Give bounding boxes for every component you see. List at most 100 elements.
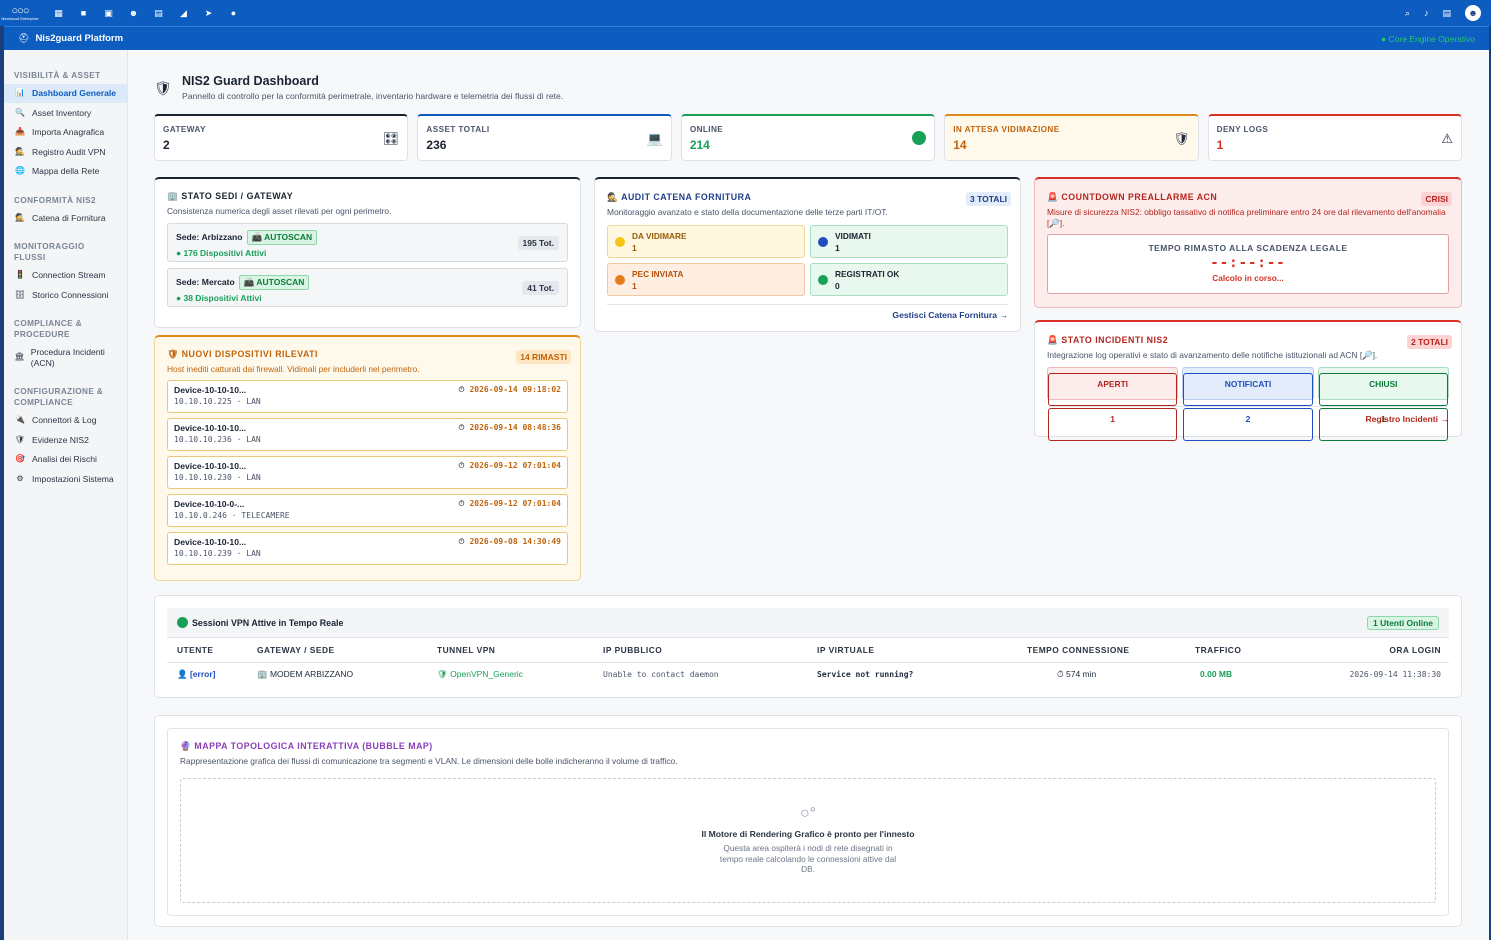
device-row[interactable]: Device-10-10-10... 10.10.10.225 · LAN ⏱ … [167,379,568,413]
search-icon: 🔍 [15,107,25,117]
audit-title: AUDIT CATENA FORNITURA [621,192,752,202]
user-avatar[interactable]: ☻ [1465,5,1481,21]
sidebar-item-connection-stream[interactable]: 🚦 Connection Stream [4,266,127,285]
gestisci-catena-link[interactable]: Gestisci Catena Fornitura → [892,310,1008,320]
col-tunnel[interactable]: TUNNEL VPN [437,638,603,663]
sidebar-item-mappa[interactable]: 🌐 Mappa della Rete [4,162,127,181]
device-row[interactable]: Device-10-10-10... 10.10.10.239 · LAN ⏱ … [167,531,568,565]
countdown-card: 🚨 COUNTDOWN PREALLARME ACN CRISI Misure … [1034,177,1462,308]
sidebar-item-catena[interactable]: 🕵 Catena di Fornitura [4,209,127,228]
map-description: Questa area ospiterà i nodi di rete dise… [719,843,897,874]
device-row[interactable]: Device-10-10-0-... 10.10.0.246 · TELECAM… [167,493,568,527]
contacts-icon[interactable]: ☻ [121,8,146,19]
files-icon[interactable]: ■ [71,8,96,19]
clock-icon: ⏱ [458,536,465,546]
stat-aperti[interactable]: APERTI 1 [1047,366,1179,441]
clock-icon: ⏱ [1057,668,1064,679]
app-header: ⛑ Nis2guard Platform ● Core Engine Opera… [4,26,1489,50]
stat-pec-inviata[interactable]: PEC INVIATA 1 [607,262,805,296]
clock-icon: ⏱ [458,384,465,394]
clock-icon: ⏱ [458,460,465,470]
search-icon[interactable]: ⌕ [1405,8,1410,19]
calendar-icon[interactable]: ▤ [146,8,171,19]
laptop-icon: 💻 [646,131,663,146]
sidebar-item-analisi[interactable]: 🎯 Analisi dei Rischi [4,450,127,469]
kpi-asset-totali[interactable]: ASSET TOTALI 236 💻 [417,114,672,161]
device-row[interactable]: Device-10-10-10... 10.10.10.230 · LAN ⏱ … [167,455,568,489]
sede-active-count: ● 38 Dispositivi Attivi [176,292,262,303]
send-icon[interactable]: ➤ [196,8,221,19]
kpi-deny-logs[interactable]: DENY LOGS 1 ⚠ [1207,114,1463,161]
vpn-sessions-table: UTENTE GATEWAY / SEDE TUNNEL VPN IP PUBB… [167,638,1449,686]
sidebar-item-connettori[interactable]: 🔌 Connettori & Log [4,411,127,430]
sidebar-item-evidenze[interactable]: 🛡 Evidenze NIS2 [4,431,127,450]
detective-icon: 🕵 [15,146,25,156]
sidebar-item-impostazioni[interactable]: ⚙ Impostazioni Sistema [4,470,127,489]
vpn-sessions-header: Sessioni VPN Attive in Tempo Reale 1 Ute… [167,608,1449,638]
siren-icon: 🚨 [1047,335,1059,345]
yellow-dot-icon [615,236,625,247]
incidenti-title: STATO INCIDENTI NIS2 [1061,335,1169,345]
bank-icon: 🏛 [14,352,25,362]
map-subtitle: Rappresentazione grafica dei flussi di c… [180,756,678,766]
sidebar-item-importa[interactable]: 📥 Importa Anagrafica [4,123,127,142]
kpi-gateway[interactable]: GATEWAY 2 🎛 [154,114,409,161]
bubble-map-card: 🔮 MAPPA TOPOLOGICA INTERATTIVA (BUBBLE M… [154,715,1462,927]
stat-vidimati[interactable]: VIDIMATI 1 [810,224,1008,258]
target-icon: 🎯 [15,454,25,463]
sede-row[interactable]: Sede: Arbizzano 📠 AUTOSCAN ● 176 Disposit… [167,222,568,262]
map-canvas[interactable]: ○° Il Motore di Rendering Grafico è pron… [180,778,1436,903]
bubbles-icon: ○° [799,805,817,822]
sidebar-section-title: CONFIGURAZIONE & COMPLIANCE [14,387,104,407]
audit-subtitle: Monitoraggio avanzato e stato della docu… [607,207,888,217]
deck-icon[interactable]: ◢ [171,8,196,19]
sidebar-item-audit-vpn[interactable]: 🕵 Registro Audit VPN [4,143,127,162]
stat-chiusi[interactable]: CHIUSI 1 [1317,366,1449,441]
col-traffico[interactable]: TRAFFICO [1195,638,1295,663]
nextcloud-logo[interactable]: ○○○ Nextcloud Enterprise [0,0,40,26]
autoscan-badge: 📠 AUTOSCAN [238,274,310,290]
sedi-card: 🏢 STATO SEDI / GATEWAY Consistenza numer… [154,177,581,328]
kpi-online[interactable]: ONLINE 214 [680,114,936,161]
sidebar-item-storico[interactable]: 🗄 Storico Connessioni [4,286,127,305]
crisi-badge: CRISI [1421,192,1452,206]
traffic-light-icon: 🚦 [15,270,25,279]
countdown-subtitle: Misure di sicurezza NIS2: obbligo tassat… [1047,207,1446,228]
engine-status: ● Core Engine Operativo [1381,33,1475,44]
kpi-in-attesa[interactable]: IN ATTESA VIDIMAZIONE 14 🛡 [944,114,1199,161]
users-online-badge: 1 Utenti Online [1367,615,1439,630]
sidebar-item-asset-inventory[interactable]: 🔍 Asset Inventory [4,104,127,123]
device-row[interactable]: Device-10-10-10... 10.10.10.236 · LAN ⏱ … [167,417,568,451]
col-ip-virtuale[interactable]: IP VIRTUALE [817,638,1027,663]
col-gateway[interactable]: GATEWAY / SEDE [257,638,437,663]
stat-notificati[interactable]: NOTIFICATI 2 [1182,366,1314,441]
sede-row[interactable]: Sede: Mercato 📠 AUTOSCAN ● 38 Dispositivi… [167,267,568,307]
col-utente[interactable]: UTENTE [167,638,257,663]
incidenti-subtitle: Integrazione log operativi e stato di av… [1047,350,1378,360]
stat-registrati-ok[interactable]: REGISTRATI OK 0 [810,262,1008,296]
stat-da-vidimare[interactable]: DA VIDIMARE 1 [607,224,805,258]
col-tempo[interactable]: TEMPO CONNESSIONE [1027,638,1195,663]
map-title: MAPPA TOPOLOGICA INTERATTIVA (BUBBLE MAP… [194,741,433,751]
gear-icon: ⚙ [16,473,24,483]
bell-icon[interactable]: ♪ [1424,8,1429,18]
palette-icon[interactable]: ● [221,8,246,19]
photos-icon[interactable]: ▣ [96,8,121,19]
audit-card: 🕵 AUDIT CATENA FORNITURA 3 TOTALI Monito… [594,177,1021,332]
dashboard-icon[interactable]: ▦ [46,8,71,19]
shield-icon: 🛡 [167,349,179,359]
warning-icon: ⚠ [1441,131,1454,146]
sidebar-item-procedura[interactable]: 🏛 Procedura Incidenti (ACN) [4,343,127,372]
registro-incidenti-link[interactable]: Registro Incidenti → [1365,414,1449,424]
green-dot-icon [912,131,927,148]
table-row[interactable]: 👤 [error] 🏢 MODEM ARBIZZANO 🛡 OpenVPN_Ge… [167,662,1449,686]
nextcloud-topbar: ○○○ Nextcloud Enterprise ▦ ■ ▣ ☻ ▤ ◢ ➤ ●… [0,0,1491,26]
building-icon: 🏢 [167,191,179,201]
sidebar-item-dashboard[interactable]: 📊 Dashboard Generale [4,84,127,103]
vpn-sessions-title: Sessioni VPN Attive in Tempo Reale [192,617,344,628]
countdown-status: Calcolo in corso... [1212,273,1284,283]
contacts-menu-icon[interactable]: ▤ [1442,8,1451,19]
col-ip-pubblico[interactable]: IP PUBBLICO [603,638,817,663]
page-header: 🛡 NIS2 Guard Dashboard Pannello di contr… [154,74,563,101]
col-ora-login[interactable]: ORA LOGIN [1295,638,1449,663]
